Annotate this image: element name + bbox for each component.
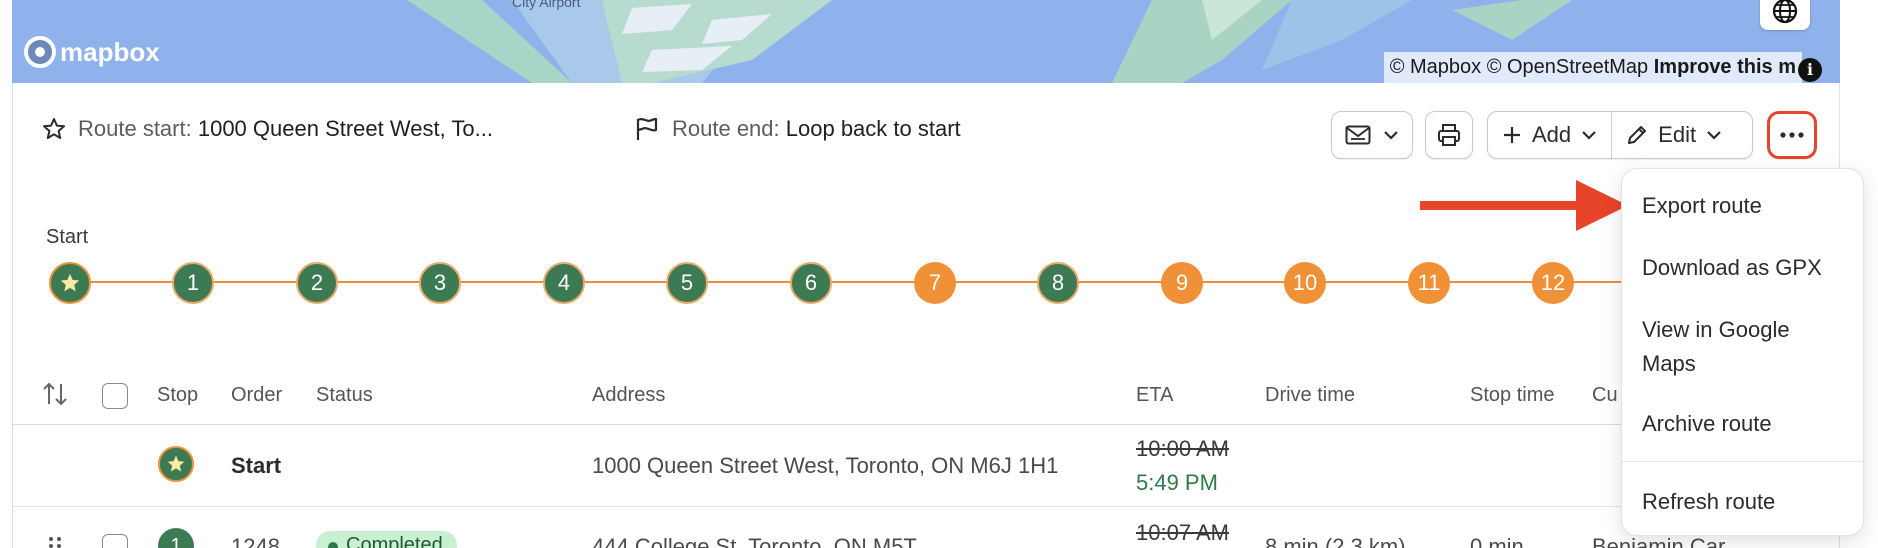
stop-marker[interactable]: 6 [790,262,832,304]
progress-start-label: Start [46,226,89,248]
route-start[interactable]: Route start: 1000 Queen Street West, To.… [42,116,493,142]
star-icon [60,273,80,292]
stop-marker[interactable]: 9 [1161,262,1203,304]
stop-marker[interactable]: 4 [543,262,585,304]
printer-icon [1438,124,1460,146]
stop-marker[interactable]: 10 [1284,262,1326,304]
edit-button[interactable]: Edit [1611,112,1736,158]
row-drive-time: 8 min (2.3 km) [1265,534,1406,548]
stop-marker[interactable]: 12 [1532,262,1574,304]
mapbox-logo-text: mapbox [60,36,160,67]
annotation-arrow-icon [1420,180,1628,231]
stop-marker[interactable]: 5 [666,262,708,304]
pencil-icon [1628,126,1647,144]
attribution-text: © Mapbox © OpenStreetMap [1389,56,1654,78]
row-checkbox[interactable] [102,534,128,548]
row-eta-updated: 5:49 PM [1136,470,1218,495]
add-button-label: Add [1532,122,1572,147]
chevron-down-icon [1384,131,1398,140]
header-drive-time[interactable]: Drive time [1265,384,1355,407]
route-end-label: Route end: [672,116,780,141]
message-dropdown-button[interactable] [1331,111,1413,159]
plus-icon [1504,127,1520,143]
stop-marker[interactable]: 8 [1037,262,1079,304]
menu-item-download-gpx[interactable]: Download as GPX [1642,251,1842,285]
table-row[interactable]: Start 1000 Queen Street West, Toronto, O… [12,426,1622,507]
row-stop-time: 0 min [1470,534,1524,548]
info-icon[interactable]: i [1798,58,1822,82]
header-address[interactable]: Address [592,384,665,407]
sort-icon[interactable] [42,380,68,408]
stop-marker-start[interactable] [49,262,91,304]
menu-item-archive-route[interactable]: Archive route [1642,407,1842,441]
improve-map-link[interactable]: Improve this m [1654,56,1796,78]
header-status[interactable]: Status [316,384,373,407]
add-edit-button-group: Add Edit [1487,111,1753,159]
route-end[interactable]: Route end: Loop back to start [634,116,961,142]
stop-marker[interactable]: 2 [296,262,338,304]
star-icon [167,455,185,472]
row-eta-original: 10:00 AM [1136,436,1229,461]
stop-marker[interactable]: 7 [914,262,956,304]
menu-divider [1622,461,1863,462]
header-eta[interactable]: ETA [1136,384,1173,407]
map-view[interactable]: City Airport mapbox © Mapbox © OpenStree… [12,0,1840,83]
mapbox-logo: mapbox [24,36,160,68]
header-stop[interactable]: Stop [157,384,198,407]
row-address: 1000 Queen Street West, Toronto, ON M6J … [592,453,1059,478]
star-icon [43,118,65,139]
flag-icon [636,117,658,140]
map-attribution: © Mapbox © OpenStreetMap Improve this m [1383,52,1802,83]
menu-item-refresh-route[interactable]: Refresh route [1642,485,1842,519]
stop-marker[interactable]: 11 [1408,262,1450,304]
header-stop-time[interactable]: Stop time [1470,384,1554,407]
row-order: Start [231,453,282,478]
select-all-checkbox[interactable] [102,383,128,409]
row-customer: Benjamin Car [1592,534,1726,548]
envelope-icon [1345,125,1371,145]
route-start-label: Route start: [78,116,192,141]
print-button[interactable] [1425,111,1473,159]
header-order[interactable]: Order [231,384,282,407]
more-options-button[interactable] [1767,111,1817,159]
mapbox-logo-icon [24,36,56,68]
header-customer[interactable]: Cu [1592,384,1618,407]
ellipsis-icon [1780,132,1804,138]
row-stop-marker-start [158,446,194,482]
menu-item-export-route[interactable]: Export route [1642,189,1842,223]
add-button[interactable]: Add [1488,112,1611,158]
row-stop-marker: 1 [158,528,194,548]
map-label-city-airport: City Airport [512,0,581,10]
drag-handle-icon[interactable] [48,536,62,548]
status-badge: Completed [316,531,457,548]
stop-marker[interactable]: 3 [419,262,461,304]
table-row[interactable]: 1 1248 Completed 444 College St, Toronto… [12,508,1725,548]
edit-button-label: Edit [1658,122,1697,147]
route-start-value: 1000 Queen Street West, To... [197,116,493,141]
stop-marker[interactable]: 1 [172,262,214,304]
chevron-down-icon [1582,131,1596,140]
row-address: 444 College St, Toronto, ON M5T [592,534,917,548]
stops-table-header: Stop Order Status Address ETA Drive time… [12,368,1622,425]
chevron-down-icon [1707,131,1721,140]
globe-button[interactable] [1760,0,1810,30]
row-eta-original: 10:07 AM [1136,520,1229,545]
menu-item-view-google-maps[interactable]: View in Google Maps [1642,313,1842,381]
globe-icon [1772,0,1798,24]
route-end-value: Loop back to start [785,116,961,141]
row-order: 1248 [231,534,280,548]
more-options-menu: Export route Download as GPX View in Goo… [1621,168,1864,536]
